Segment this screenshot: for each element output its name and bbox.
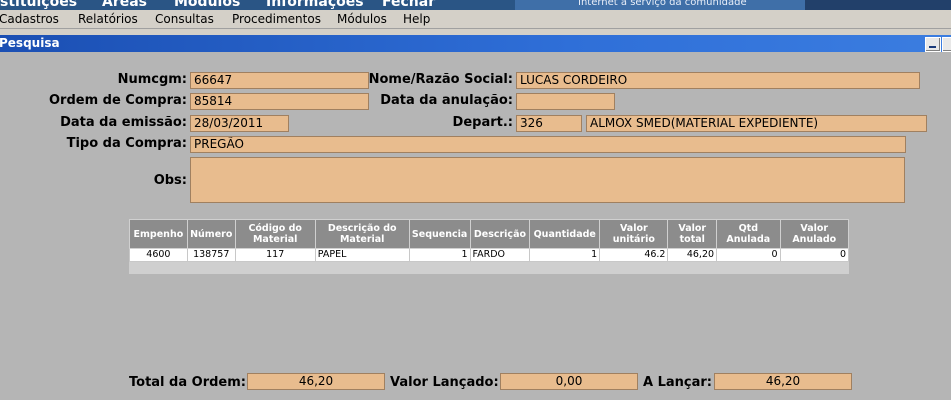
cell-sequencia: 1 (408, 248, 471, 262)
depart-code-field[interactable]: 326 (516, 115, 582, 132)
header-qtd-anulada: Qtd Anulada (716, 219, 781, 249)
emissao-field[interactable]: 28/03/2011 (190, 115, 289, 132)
anulacao-field[interactable] (516, 93, 615, 110)
menu-modulos[interactable]: Módulos (337, 12, 387, 26)
ordem-field[interactable]: 85814 (190, 93, 369, 110)
menu-cadastros[interactable]: Cadastros (0, 12, 59, 26)
cell-valor-total: 46,20 (667, 248, 718, 262)
total-ordem-label: Total da Ordem: (129, 375, 246, 390)
header-sequencia: Sequencia (408, 219, 471, 249)
numcgm-label: Numcgm: (117, 72, 187, 87)
nome-label: Nome/Razão Social: (368, 72, 513, 87)
valor-lancado-field[interactable]: 0,00 (500, 373, 638, 390)
cell-quantidade: 1 (529, 248, 601, 262)
obs-label: Obs: (153, 173, 187, 188)
top-menu-informacoes[interactable]: Informações (266, 0, 364, 10)
header-numero: Número (186, 219, 236, 249)
top-banner: stituições Areas Módulos Informações Fec… (0, 0, 951, 10)
top-menu-areas[interactable]: Areas (102, 0, 147, 10)
cell-numero: 138757 (186, 248, 236, 262)
maximize-button[interactable] (942, 37, 951, 52)
numcgm-field[interactable]: 66647 (190, 72, 369, 89)
table-footer-bar (129, 262, 849, 274)
nome-field[interactable]: LUCAS CORDEIRO (516, 72, 920, 89)
minimize-icon (929, 46, 936, 48)
header-descricao: Descrição (469, 219, 531, 249)
valor-lancado-label: Valor Lançado: (390, 375, 499, 390)
cell-descricao-material: PAPEL (314, 248, 410, 262)
banner-logo-area (805, 0, 951, 10)
table-row[interactable]: 4600 138757 117 PAPEL 1 FARDO 1 46.2 46,… (129, 248, 850, 262)
header-codigo-material: Código do Material (234, 219, 316, 249)
tipo-label: Tipo da Compra: (66, 136, 187, 151)
menu-help[interactable]: Help (403, 12, 430, 26)
header-empenho: Empenho (129, 219, 188, 249)
minimize-button[interactable] (925, 37, 941, 52)
ordem-label: Ordem de Compra: (48, 93, 187, 108)
depart-label: Depart.: (452, 115, 513, 130)
depart-name-field[interactable]: ALMOX SMED(MATERIAL EXPEDIENTE) (586, 115, 927, 132)
a-lancar-label: A Lançar: (643, 375, 712, 390)
anulacao-label: Data da anulação: (380, 93, 513, 108)
tagline: Internet a serviço da comunidade (578, 0, 747, 8)
emissao-label: Data da emissão: (60, 115, 187, 130)
top-menu-modulos[interactable]: Módulos (174, 0, 240, 10)
cell-valor-anulado: 0 (779, 248, 850, 262)
menubar: Cadastros Relatórios Consultas Procedime… (0, 10, 951, 29)
menu-procedimentos[interactable]: Procedimentos (232, 12, 321, 26)
header-valor-total: Valor total (667, 219, 718, 249)
header-descricao-material: Descrição do Material (314, 219, 410, 249)
header-quantidade: Quantidade (529, 219, 601, 249)
a-lancar-field[interactable]: 46,20 (714, 373, 852, 390)
cell-empenho: 4600 (129, 248, 188, 262)
cell-valor-unitario: 46.2 (599, 248, 669, 262)
window-title: Pesquisa (0, 36, 60, 50)
cell-codigo-material: 117 (234, 248, 316, 262)
top-menu-fechar[interactable]: Fechar (382, 0, 435, 10)
cell-descricao: FARDO (469, 248, 531, 262)
menu-relatorios[interactable]: Relatórios (78, 12, 138, 26)
tipo-field[interactable]: PREGÃO (190, 136, 906, 153)
menu-consultas[interactable]: Consultas (155, 12, 214, 26)
items-table: Empenho Número Código do Material Descri… (129, 219, 850, 262)
top-menu-instituicoes[interactable]: stituições (0, 0, 77, 10)
header-valor-unitario: Valor unitário (599, 219, 669, 249)
header-valor-anulado: Valor Anulado (779, 219, 850, 249)
window-titlebar: Pesquisa (0, 35, 951, 52)
total-ordem-field[interactable]: 46,20 (247, 373, 385, 390)
table-header-row: Empenho Número Código do Material Descri… (129, 219, 850, 249)
cell-qtd-anulada: 0 (716, 248, 781, 262)
obs-field[interactable] (190, 157, 905, 203)
